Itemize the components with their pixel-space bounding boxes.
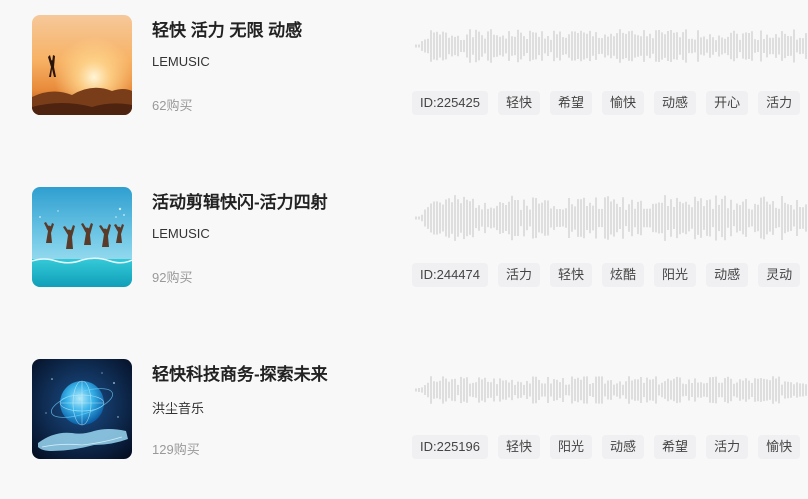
tag-chip[interactable]: 轻快 [550, 263, 593, 287]
waveform-player[interactable] [410, 363, 808, 417]
waveform-bars [415, 195, 807, 241]
track-item: 轻快科技商务-探索未来 洪尘音乐 129购买 ID:225196 轻快 阳光 动… [0, 359, 808, 459]
waveform-bars [415, 376, 807, 404]
globe-in-hand-thumbnail[interactable] [32, 359, 132, 459]
tag-chip[interactable]: 活力 [498, 263, 541, 287]
tag-chip[interactable]: 动感 [706, 263, 749, 287]
waveform-player[interactable] [410, 19, 808, 73]
track-artist[interactable]: LEMUSIC [152, 226, 210, 241]
track-artist[interactable]: 洪尘音乐 [152, 398, 204, 417]
track-title[interactable]: 轻快 活力 无限 动感 [152, 16, 302, 41]
tag-chip[interactable]: 炫酷 [602, 263, 645, 287]
purchase-count: 129购买 [152, 442, 200, 457]
tag-list: ID:244474 活力 轻快 炫酷 阳光 动感 灵动 [412, 263, 801, 287]
tag-list: ID:225196 轻快 阳光 动感 希望 活力 愉快 [412, 435, 801, 459]
tag-chip[interactable]: 希望 [654, 435, 697, 459]
tag-chip[interactable]: 动感 [602, 435, 645, 459]
tag-chip[interactable]: 动感 [654, 91, 697, 115]
track-id-tag[interactable]: ID:244474 [412, 263, 488, 287]
tag-chip[interactable]: 轻快 [498, 435, 541, 459]
sunset-silhouette-thumbnail[interactable] [32, 15, 132, 115]
tag-chip[interactable]: 活力 [706, 435, 749, 459]
purchase-count: 62购买 [152, 98, 193, 113]
track-item: 轻快 活力 无限 动感 LEMUSIC 62购买 ID:225425 轻快 希望… [0, 15, 808, 115]
purchase-count: 92购买 [152, 270, 193, 285]
cover-image [32, 359, 132, 459]
tag-chip[interactable]: 希望 [550, 91, 593, 115]
tag-chip[interactable]: 阳光 [550, 435, 593, 459]
tag-chip[interactable]: 灵动 [758, 263, 801, 287]
track-id-tag[interactable]: ID:225425 [412, 91, 488, 115]
tag-list: ID:225425 轻快 希望 愉快 动感 开心 活力 [412, 91, 801, 115]
waveform-bars [415, 29, 807, 63]
track-artist[interactable]: LEMUSIC [152, 54, 210, 69]
cover-image [32, 187, 132, 287]
tag-chip[interactable]: 阳光 [654, 263, 697, 287]
music-track-list: 轻快 活力 无限 动感 LEMUSIC 62购买 ID:225425 轻快 希望… [0, 0, 808, 499]
tag-chip[interactable]: 开心 [706, 91, 749, 115]
track-item: 活动剪辑快闪-活力四射 LEMUSIC 92购买 ID:244474 活力 轻快… [0, 187, 808, 287]
tag-chip[interactable]: 愉快 [758, 435, 801, 459]
tag-chip[interactable]: 愉快 [602, 91, 645, 115]
tag-chip[interactable]: 轻快 [498, 91, 541, 115]
track-id-tag[interactable]: ID:225196 [412, 435, 488, 459]
cover-image [32, 15, 132, 115]
track-title[interactable]: 活动剪辑快闪-活力四射 [152, 188, 328, 213]
pool-jump-thumbnail[interactable] [32, 187, 132, 287]
track-title[interactable]: 轻快科技商务-探索未来 [152, 360, 328, 385]
tag-chip[interactable]: 活力 [758, 91, 801, 115]
waveform-player[interactable] [410, 191, 808, 245]
